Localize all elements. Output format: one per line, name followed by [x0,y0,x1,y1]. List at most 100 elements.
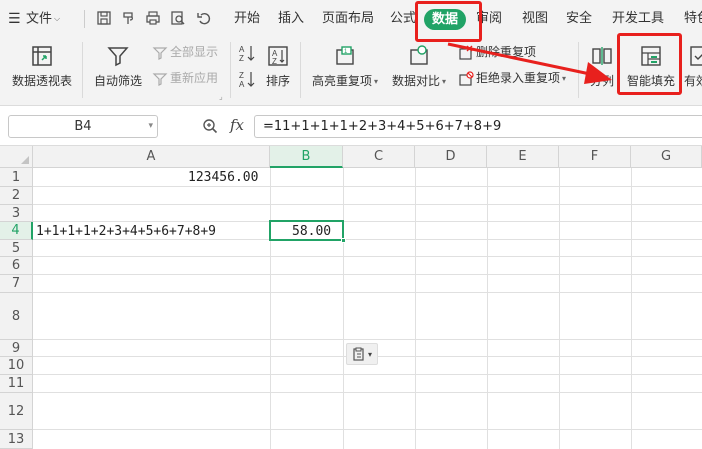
row-header-1[interactable]: 1 [0,168,33,187]
paste-options-icon [353,347,364,361]
data-compare-icon [410,45,428,65]
svg-text:A: A [239,80,245,88]
sort-button[interactable]: AZ 排序 [262,44,294,89]
data-validation-label: 有效 [684,74,702,88]
autofilter-label: 自动筛选 [93,74,142,88]
row-header-2[interactable]: 2 [0,187,33,205]
gridline [33,374,702,375]
gridline [559,168,560,449]
highlight-box-smart-fill [617,33,682,95]
name-box-dropdown-icon[interactable]: ▾ [148,116,153,137]
tab-special[interactable]: 特色 [684,10,702,28]
spreadsheet-grid: A B C D E F G 1 2 3 4 5 6 7 8 9 10 11 12… [0,146,702,449]
cell-a4[interactable]: 1+1+1+1+2+3+4+5+6+7+8+9 [36,223,216,241]
row-header-9[interactable]: 9 [0,340,33,357]
ribbon-separator [82,42,83,98]
formula-input[interactable]: =11+1+1+1+2+3+4+5+6+7+8+9 [254,115,702,138]
column-header-c[interactable]: C [343,146,415,168]
file-menu-label: 文件 [26,11,53,27]
autofilter-button[interactable]: 自动筛选 [92,44,144,89]
sort-ascending-icon[interactable]: AZ [238,44,256,62]
paste-options-button[interactable]: ▾ [346,343,378,365]
row-header-4[interactable]: 4 [0,222,33,240]
row-header-13[interactable]: 13 [0,430,33,449]
gridline [343,168,344,449]
tab-formulas[interactable]: 公式 [390,10,416,28]
pivot-table-icon [32,46,52,66]
show-all-label: 全部显示 [170,45,219,59]
name-box-value: B4 [74,119,92,134]
row-header-12[interactable]: 12 [0,393,33,430]
red-arrow-icon [447,42,612,84]
undo-icon[interactable] [196,10,212,26]
dialog-launcher-icon[interactable]: ⌟ [219,92,223,101]
sort-icon: AZ [268,46,288,66]
highlight-duplicates-icon: 1 [336,46,354,65]
pivot-table-button[interactable]: 数据透视表 [10,44,74,89]
row-header-3[interactable]: 3 [0,205,33,222]
ribbon-separator [300,42,301,98]
sort-label: 排序 [265,74,290,88]
cell-b4[interactable]: 58.00 [292,223,331,241]
tab-insert[interactable]: 插入 [278,10,304,28]
gridline [33,204,702,205]
svg-text:Z: Z [239,71,244,80]
gridline [631,168,632,449]
data-validation-icon [690,46,702,66]
zoom-formula-icon[interactable] [202,118,218,134]
gridline [33,186,702,187]
filter-show-all-icon [152,46,168,60]
column-header-e[interactable]: E [487,146,559,168]
gridline [33,256,702,257]
reapply-button[interactable]: 重新应用 [152,70,218,87]
svg-text:A: A [239,45,245,54]
column-header-b[interactable]: B [270,146,343,168]
format-painter-icon[interactable] [120,10,136,26]
row-header-8[interactable]: 8 [0,293,33,340]
row-header-6[interactable]: 6 [0,257,33,275]
column-header-g[interactable]: G [631,146,702,168]
filter-icon [107,47,129,67]
column-header-d[interactable]: D [415,146,487,168]
row-header-7[interactable]: 7 [0,275,33,293]
highlight-duplicates-button[interactable]: 1 高亮重复项 ▾ [308,44,382,89]
data-compare-label: 数据对比 [391,74,440,88]
menu-separator [84,10,85,28]
print-icon[interactable] [145,10,161,26]
pivot-table-label: 数据透视表 [11,74,72,88]
print-preview-icon[interactable] [170,10,186,26]
svg-text:Z: Z [272,57,277,66]
gridline [33,292,702,293]
row-header-5[interactable]: 5 [0,240,33,257]
paste-options-caret-icon: ▾ [367,349,372,359]
sort-descending-icon[interactable]: ZA [238,70,256,88]
name-box[interactable]: B4 ▾ [8,115,158,138]
gridline [33,339,702,340]
hamburger-menu-icon[interactable]: ☰ [8,10,21,28]
tab-home[interactable]: 开始 [234,10,260,28]
save-icon[interactable] [96,10,112,26]
row-header-11[interactable]: 11 [0,375,33,393]
data-validation-button[interactable]: 有效 [684,44,702,89]
column-header-f[interactable]: F [559,146,631,168]
cell-a1[interactable]: 123456.00 [188,169,258,187]
column-header-a[interactable]: A [33,146,270,168]
row-header-10[interactable]: 10 [0,357,33,375]
gridline [487,168,488,449]
select-all-corner[interactable] [0,146,33,168]
ribbon-separator [230,42,231,98]
tab-developer[interactable]: 开发工具 [612,10,664,28]
gridline [415,168,416,449]
show-all-button[interactable]: 全部显示 [152,44,218,61]
gridline [33,274,702,275]
gridline [270,168,271,449]
tab-security[interactable]: 安全 [566,10,592,28]
gridline [33,221,702,222]
tab-page-layout[interactable]: 页面布局 [322,10,374,28]
gridline [33,429,702,430]
fill-handle[interactable] [341,238,346,243]
fx-button[interactable]: fx [230,116,244,134]
file-menu[interactable]: 文件 ⌵ [26,10,60,29]
tab-view[interactable]: 视图 [522,10,548,28]
highlight-duplicates-label: 高亮重复项 [311,74,372,88]
